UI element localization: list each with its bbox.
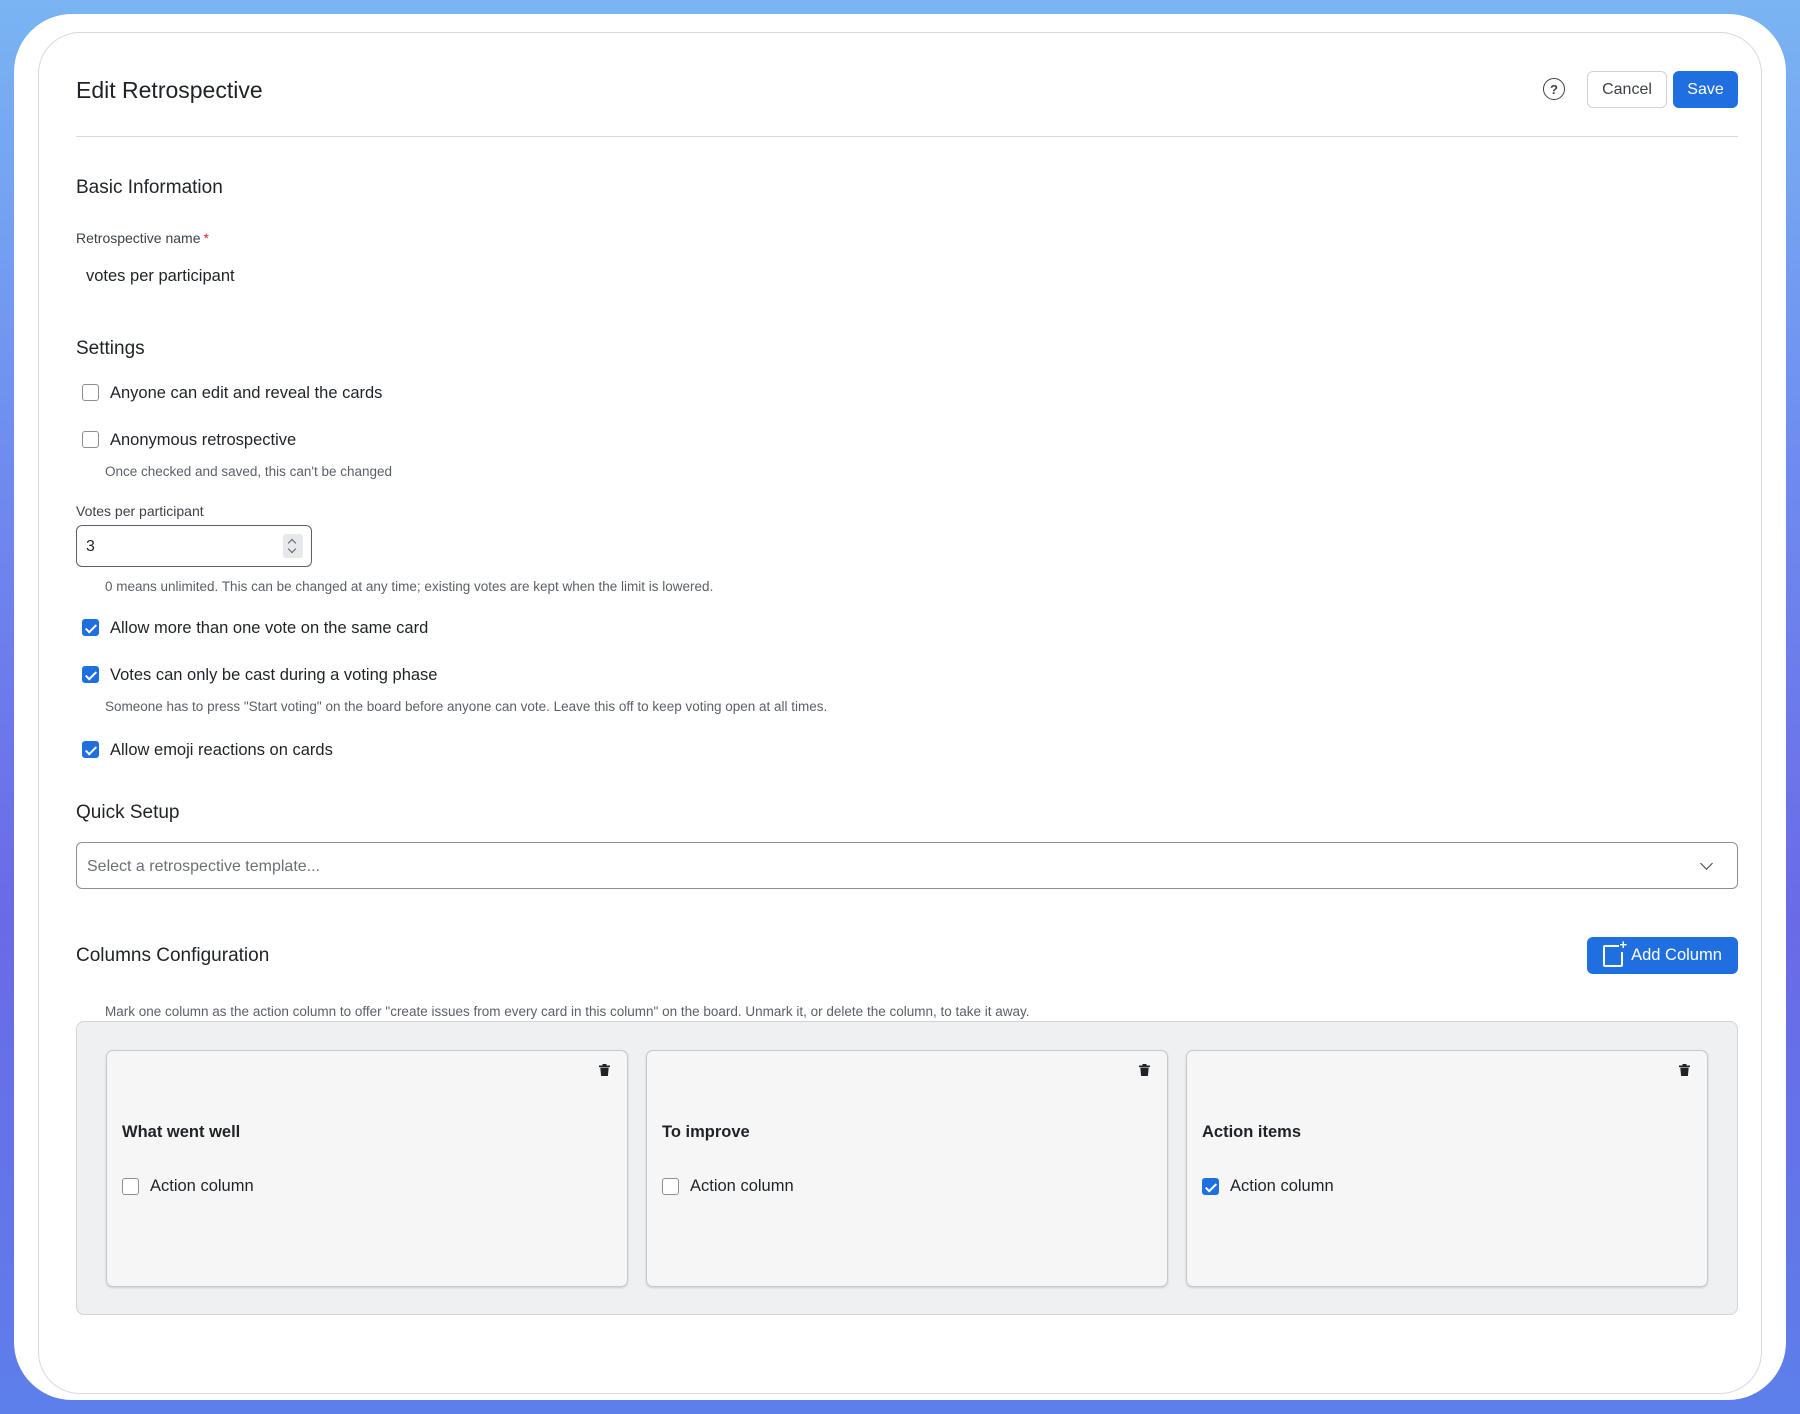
voting-phase-hint: Someone has to press "Start voting" on t… <box>105 699 828 714</box>
column-title: What went well <box>122 1123 241 1141</box>
action-column-label: Action column <box>150 1177 254 1195</box>
chevron-down-icon <box>1700 857 1713 870</box>
anyone-edit-label: Anyone can edit and reveal the cards <box>110 384 383 402</box>
voting-phase-label: Votes can only be cast during a voting p… <box>110 666 438 684</box>
columns-heading: Columns Configuration <box>76 945 270 966</box>
column-card: Action items Action column <box>1186 1050 1708 1287</box>
emoji-label: Allow emoji reactions on cards <box>110 741 333 759</box>
anonymous-label: Anonymous retrospective <box>110 431 297 449</box>
action-column-checkbox[interactable] <box>122 1178 139 1195</box>
settings-heading: Settings <box>76 338 145 359</box>
action-column-checkbox[interactable] <box>662 1178 679 1195</box>
page-title: Edit Retrospective <box>76 77 263 103</box>
template-select[interactable]: Select a retrospective template... <box>76 842 1738 889</box>
save-button[interactable]: Save <box>1673 71 1738 108</box>
retro-name-label: Retrospective name * <box>76 230 209 246</box>
header-divider <box>76 136 1738 137</box>
votes-per-participant-input[interactable]: 3 <box>76 525 312 567</box>
multi-vote-label: Allow more than one vote on the same car… <box>110 619 429 637</box>
voting-phase-checkbox[interactable] <box>82 666 99 683</box>
basic-info-heading: Basic Information <box>76 177 223 198</box>
quick-setup-heading: Quick Setup <box>76 802 180 823</box>
add-column-button[interactable]: Add Column <box>1587 937 1738 974</box>
column-card: What went well Action column <box>106 1050 628 1287</box>
votes-value: 3 <box>86 538 95 555</box>
votes-hint: 0 means unlimited. This can be changed a… <box>105 579 714 594</box>
votes-label: Votes per participant <box>76 503 204 519</box>
trash-icon[interactable] <box>1679 1064 1690 1076</box>
retro-name-input[interactable]: votes per participant <box>86 267 235 286</box>
stepper-icon[interactable] <box>283 534 303 558</box>
retro-name-label-text: Retrospective name <box>76 230 201 246</box>
trash-icon[interactable] <box>1139 1064 1150 1076</box>
action-column-label: Action column <box>690 1177 794 1195</box>
help-icon[interactable]: ? <box>1543 78 1565 100</box>
anonymous-hint: Once checked and saved, this can't be ch… <box>105 464 393 479</box>
column-title: To improve <box>662 1123 750 1141</box>
cancel-button[interactable]: Cancel <box>1587 71 1667 108</box>
anyone-edit-checkbox[interactable] <box>82 384 99 401</box>
action-column-label: Action column <box>1230 1177 1334 1195</box>
column-title: Action items <box>1202 1123 1302 1141</box>
add-column-label: Add Column <box>1631 946 1722 964</box>
column-card: To improve Action column <box>646 1050 1168 1287</box>
required-marker: * <box>203 230 209 246</box>
action-column-checkbox[interactable] <box>1202 1178 1219 1195</box>
template-placeholder: Select a retrospective template... <box>87 858 320 875</box>
columns-container: What went well Action column To improve … <box>76 1021 1738 1315</box>
emoji-checkbox[interactable] <box>82 741 99 758</box>
multi-vote-checkbox[interactable] <box>82 619 99 636</box>
columns-hint: Mark one column as the action column to … <box>105 1004 1030 1019</box>
add-column-icon <box>1603 937 1629 967</box>
trash-icon[interactable] <box>599 1064 610 1076</box>
anonymous-checkbox[interactable] <box>82 431 99 448</box>
